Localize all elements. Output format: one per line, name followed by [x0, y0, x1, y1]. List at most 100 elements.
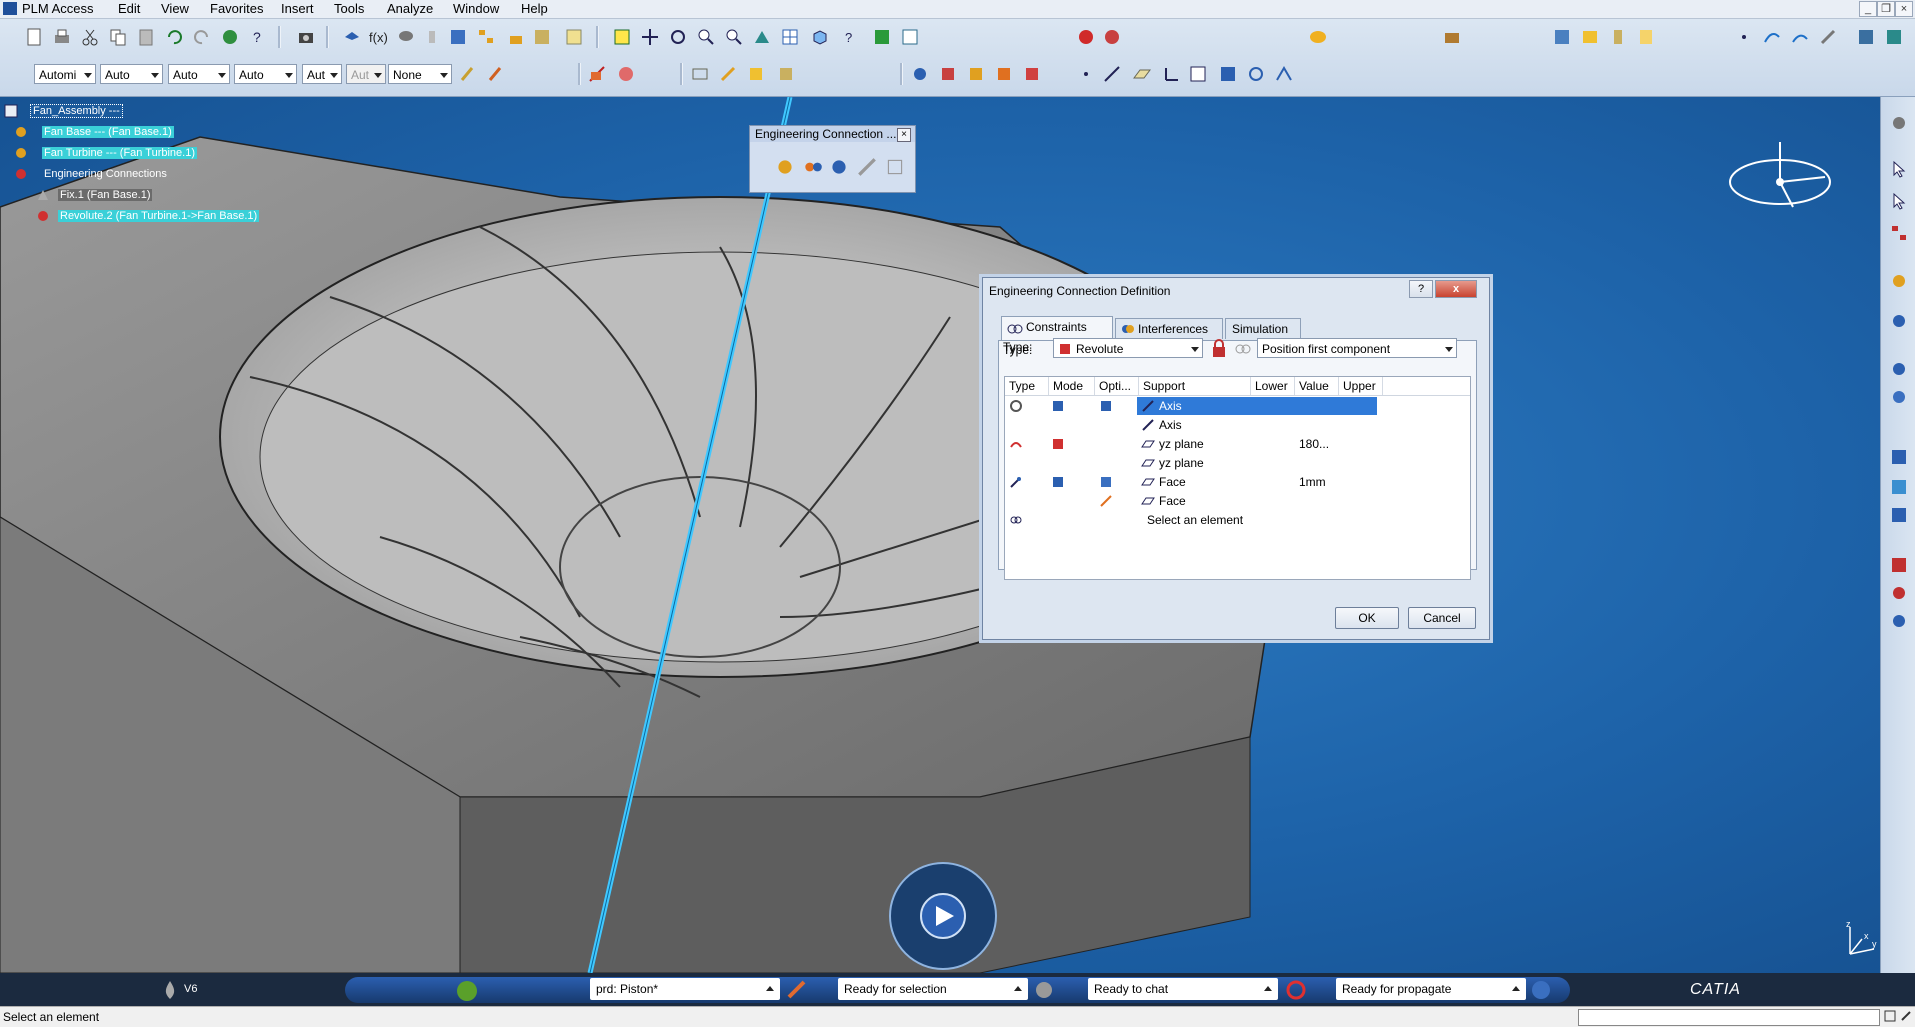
pan-icon[interactable] [640, 27, 660, 47]
propagate-status[interactable]: Ready for propagate [1336, 978, 1526, 1000]
material-icon[interactable] [1308, 27, 1328, 47]
engineering-connection-toolbar[interactable]: Engineering Connection ... × [749, 125, 916, 193]
connection-type-select[interactable]: Revolute [1053, 338, 1203, 358]
menu-help[interactable]: Help [521, 1, 548, 16]
tab-constraints[interactable]: Constraints [1001, 316, 1113, 340]
compass-snap-icon[interactable] [776, 64, 796, 84]
menu-tools[interactable]: Tools [334, 1, 364, 16]
notes-icon[interactable] [1636, 27, 1656, 47]
undo-icon[interactable] [164, 27, 184, 47]
constraints-table[interactable]: Type Mode Opti... Support Lower Value Up… [1004, 376, 1471, 580]
smart-move-icon[interactable] [1889, 387, 1909, 407]
copy-icon[interactable] [108, 27, 128, 47]
close-icon[interactable]: × [897, 128, 911, 142]
point-type-combo[interactable]: Aut [346, 64, 386, 84]
user-pattern-icon[interactable] [1274, 64, 1294, 84]
fit-all-icon[interactable] [612, 27, 632, 47]
product-icon[interactable] [910, 64, 930, 84]
menu-edit[interactable]: Edit [118, 1, 140, 16]
settings-icon[interactable] [1900, 1010, 1912, 1022]
chat-icon[interactable] [1032, 979, 1056, 1001]
structure-icon[interactable] [532, 27, 552, 47]
menu-window[interactable]: Window [453, 1, 499, 16]
lock-icon[interactable] [506, 27, 526, 47]
mechanism-icon[interactable] [1889, 477, 1909, 497]
new-document-icon[interactable] [24, 27, 44, 47]
cancel-button[interactable]: Cancel [1408, 607, 1476, 629]
fix-connection-icon[interactable] [774, 156, 796, 178]
properties-icon[interactable] [564, 27, 584, 47]
multi-view-icon[interactable] [780, 27, 800, 47]
chat-status[interactable]: Ready to chat [1088, 978, 1278, 1000]
spline-icon[interactable] [1790, 27, 1810, 47]
dialog-close-button[interactable]: x [1435, 280, 1477, 298]
existing-component-icon[interactable] [938, 64, 958, 84]
tree-node-root[interactable]: Fan_Assembly --- [30, 104, 123, 118]
shading-icon[interactable]: ? [840, 27, 860, 47]
assembly-icon[interactable] [1889, 271, 1909, 291]
select-trap-icon[interactable] [1889, 191, 1909, 211]
battery-icon[interactable] [1608, 27, 1628, 47]
resize-icon[interactable] [1884, 1010, 1896, 1022]
help-button[interactable]: ? [1409, 280, 1433, 298]
engineering-connection-icon[interactable] [1076, 27, 1096, 47]
cut-icon[interactable] [80, 27, 100, 47]
fix-icon[interactable] [1889, 583, 1909, 603]
comment-icon[interactable] [396, 27, 416, 47]
manipulate-icon[interactable] [1889, 311, 1909, 331]
selection-icon[interactable] [786, 979, 810, 1001]
constraint-icon[interactable] [1889, 505, 1909, 525]
menu-favorites[interactable]: Favorites [210, 1, 263, 16]
point-icon[interactable] [1734, 27, 1754, 47]
help-icon[interactable] [1530, 979, 1552, 1001]
redo-icon[interactable] [192, 27, 212, 47]
point-2d-icon[interactable] [1076, 64, 1096, 84]
mechanism-icon[interactable] [1102, 27, 1122, 47]
line-weight-combo[interactable]: Aut [302, 64, 342, 84]
select-icon[interactable] [1889, 159, 1909, 179]
formula-icon[interactable]: f(x) [368, 27, 388, 47]
tab-simulation[interactable]: Simulation [1225, 318, 1301, 339]
curve-icon[interactable] [1762, 27, 1782, 47]
iso-view-icon[interactable] [810, 27, 830, 47]
edit-sketch-icon[interactable] [1188, 64, 1208, 84]
table-row[interactable]: Axis [1005, 397, 1470, 415]
tree-icon[interactable] [1889, 223, 1909, 243]
transparency-combo[interactable]: Auto [234, 64, 297, 84]
selection-status[interactable]: Ready for selection [838, 978, 1028, 1000]
menu-app-title[interactable]: PLM Access [22, 1, 94, 16]
tree-node-fan-base[interactable]: Fan Base --- (Fan Base.1) [42, 125, 174, 139]
product-field[interactable]: prd: Piston* [590, 978, 780, 1000]
axis-system-icon[interactable] [1160, 64, 1180, 84]
new-part-icon[interactable] [966, 64, 986, 84]
table-row[interactable]: Face 1mm [1005, 473, 1470, 491]
menu-view[interactable]: View [161, 1, 189, 16]
knowledge-icon[interactable] [342, 27, 362, 47]
slide-connection-icon[interactable] [828, 156, 850, 178]
catalog-browser-icon[interactable] [1552, 27, 1572, 47]
viewer-icon[interactable] [1856, 27, 1876, 47]
clash-icon[interactable] [587, 64, 607, 84]
plane-icon[interactable] [1132, 64, 1152, 84]
close-window-icon[interactable]: × [1895, 1, 1913, 17]
explode-icon[interactable] [746, 64, 766, 84]
print-icon[interactable] [52, 27, 72, 47]
tree-node-engineering-connections[interactable]: Engineering Connections [42, 167, 169, 181]
menu-analyze[interactable]: Analyze [387, 1, 433, 16]
clash-remove-icon[interactable] [616, 64, 636, 84]
compass-icon[interactable] [1725, 137, 1840, 217]
whats-this-icon[interactable]: ? [248, 27, 268, 47]
table-row[interactable]: Select an element [1005, 511, 1470, 529]
line-icon[interactable] [1102, 64, 1122, 84]
sketch-icon[interactable] [1818, 27, 1838, 47]
table-icon[interactable] [1580, 27, 1600, 47]
link-icon[interactable] [1233, 339, 1253, 359]
simulation-icon[interactable] [1889, 555, 1909, 575]
tree-expand-icon[interactable] [476, 27, 496, 47]
new-product-icon[interactable] [994, 64, 1014, 84]
tree-node-fan-turbine[interactable]: Fan Turbine --- (Fan Turbine.1) [42, 146, 198, 160]
format-painter-icon[interactable] [486, 64, 506, 84]
tree-node-fix[interactable]: Fix.1 (Fan Base.1) [58, 188, 153, 202]
color-combo[interactable]: Auto [168, 64, 230, 84]
rotate-icon[interactable] [668, 27, 688, 47]
